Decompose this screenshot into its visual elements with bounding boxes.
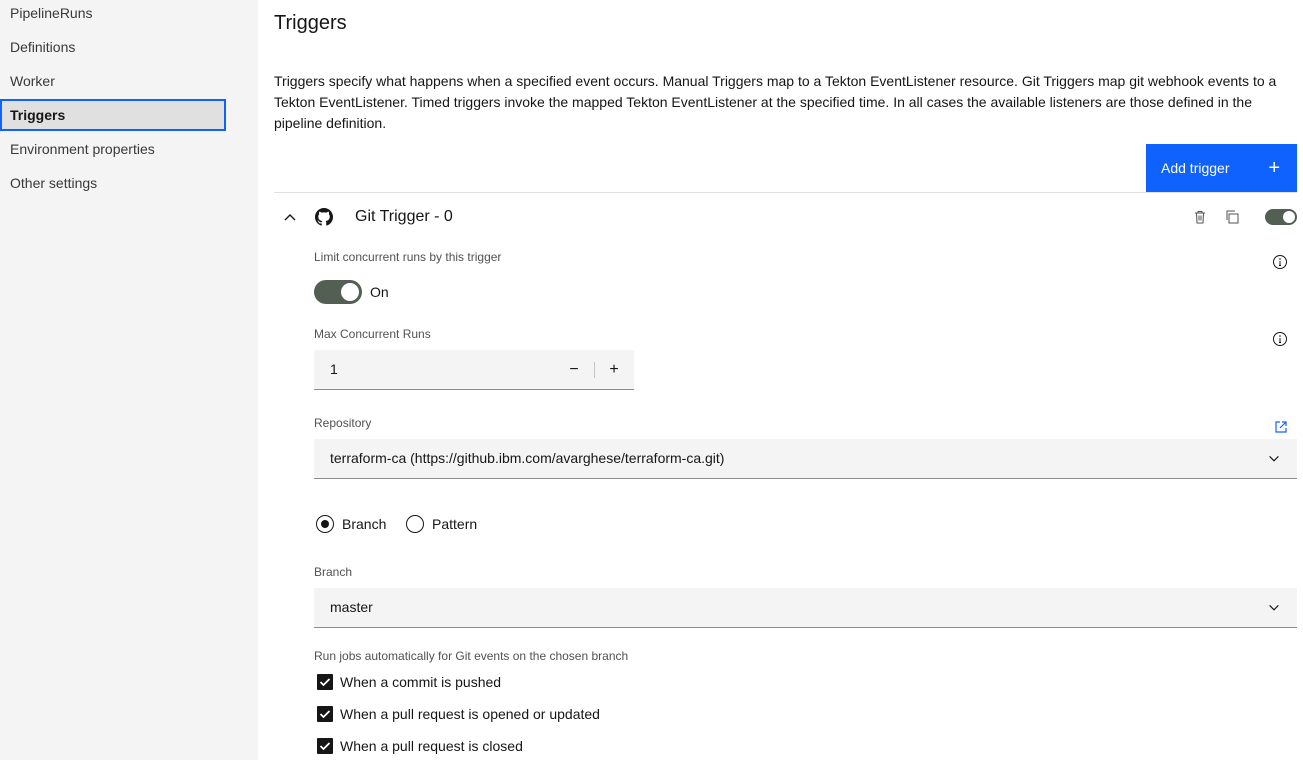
info-icon[interactable] xyxy=(1272,331,1288,347)
divider xyxy=(274,192,1297,193)
page-description: Triggers specify what happens when a spe… xyxy=(274,73,1277,131)
trash-icon[interactable] xyxy=(1192,209,1208,225)
branch-radio-label[interactable]: Branch xyxy=(342,516,386,532)
repository-select[interactable]: terraform-ca (https://github.ibm.com/ava… xyxy=(314,439,1297,479)
pattern-radio-label[interactable]: Pattern xyxy=(432,516,477,532)
checkbox-pr-closed[interactable] xyxy=(317,738,333,754)
checkbox-label[interactable]: When a commit is pushed xyxy=(340,674,501,690)
toggle-knob xyxy=(341,283,359,301)
sidebar-item-worker[interactable]: Worker xyxy=(0,65,226,97)
max-concurrent-value[interactable]: 1 xyxy=(330,361,338,377)
chevron-down-icon xyxy=(1269,455,1279,462)
page-title: Triggers xyxy=(274,12,347,34)
trigger-name: Git Trigger - 0 xyxy=(355,208,453,225)
increment-button[interactable]: + xyxy=(594,350,634,390)
limit-concurrent-label: Limit concurrent runs by this trigger xyxy=(314,250,502,264)
checkmark-icon xyxy=(319,678,331,687)
trigger-enabled-toggle[interactable] xyxy=(1265,209,1297,225)
checkbox-label[interactable]: When a pull request is opened or updated xyxy=(340,706,600,722)
add-trigger-button[interactable]: Add trigger + xyxy=(1146,144,1297,192)
sidebar-item-pipelineruns[interactable]: PipelineRuns xyxy=(0,0,226,29)
copy-icon[interactable] xyxy=(1224,209,1240,225)
checkbox-pr-opened[interactable] xyxy=(317,706,333,722)
plus-icon: + xyxy=(1268,157,1280,179)
limit-concurrent-toggle[interactable] xyxy=(314,280,362,304)
sidebar-item-environment-properties[interactable]: Environment properties xyxy=(0,133,226,165)
toggle-state-label: On xyxy=(370,284,389,300)
info-icon[interactable] xyxy=(1272,254,1288,270)
checkmark-icon xyxy=(319,710,331,719)
sidebar: PipelineRuns Definitions Worker Triggers… xyxy=(0,0,258,760)
radio-selected-dot xyxy=(321,520,329,528)
sidebar-item-triggers[interactable]: Triggers xyxy=(0,99,226,131)
branch-label: Branch xyxy=(314,565,353,579)
repository-label: Repository xyxy=(314,416,372,430)
checkbox-label[interactable]: When a pull request is closed xyxy=(340,738,523,754)
chevron-down-icon xyxy=(1269,604,1279,611)
max-concurrent-label: Max Concurrent Runs xyxy=(314,327,431,341)
branch-value: master xyxy=(330,599,373,615)
branch-select[interactable]: master xyxy=(314,588,1297,628)
pattern-radio[interactable] xyxy=(406,515,424,533)
launch-icon[interactable] xyxy=(1273,419,1289,435)
events-label: Run jobs automatically for Git events on… xyxy=(314,649,629,663)
checkbox-commit-pushed[interactable] xyxy=(317,674,333,690)
sidebar-item-other-settings[interactable]: Other settings xyxy=(0,167,226,199)
toggle-knob xyxy=(1283,211,1295,223)
add-trigger-label: Add trigger xyxy=(1161,160,1230,176)
chevron-up-icon[interactable] xyxy=(282,208,298,226)
main-content: Triggers Triggers specify what happens w… xyxy=(258,0,1303,760)
checkmark-icon xyxy=(319,742,331,751)
decrement-button[interactable]: − xyxy=(554,350,594,390)
branch-radio[interactable] xyxy=(316,515,334,533)
sidebar-item-definitions[interactable]: Definitions xyxy=(0,31,226,63)
github-icon xyxy=(315,208,333,226)
max-concurrent-input[interactable]: 1 − + xyxy=(314,350,634,390)
repository-value: terraform-ca (https://github.ibm.com/ava… xyxy=(330,450,725,466)
